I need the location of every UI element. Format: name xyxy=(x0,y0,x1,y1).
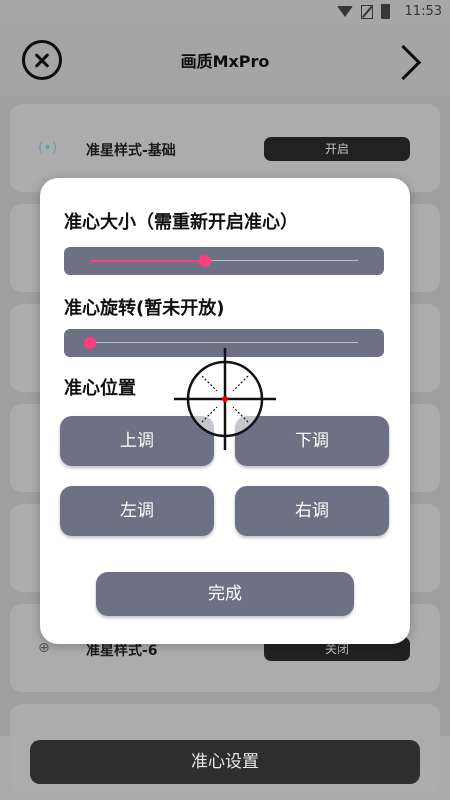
crosshair-preview-icon xyxy=(174,348,276,450)
crosshair-settings-button[interactable]: 准心设置 xyxy=(30,740,420,784)
slider-fill xyxy=(90,260,206,262)
size-title: 准心大小（需重新开启准心） xyxy=(64,212,298,233)
crosshair-settings-dialog: 准心大小（需重新开启准心） 准心旋转(暂未开放) 准心位置 上调 下调 左调 右… xyxy=(40,178,410,644)
done-button[interactable]: 完成 xyxy=(96,572,354,616)
slider-thumb[interactable] xyxy=(199,255,212,267)
move-right-button[interactable]: 右调 xyxy=(235,486,389,536)
slider-track xyxy=(90,342,358,343)
rotation-title: 准心旋转(暂未开放) xyxy=(64,298,225,319)
slider-thumb[interactable] xyxy=(84,337,96,349)
move-left-button[interactable]: 左调 xyxy=(60,486,214,536)
position-title: 准心位置 xyxy=(64,378,136,399)
size-slider[interactable] xyxy=(64,247,384,275)
